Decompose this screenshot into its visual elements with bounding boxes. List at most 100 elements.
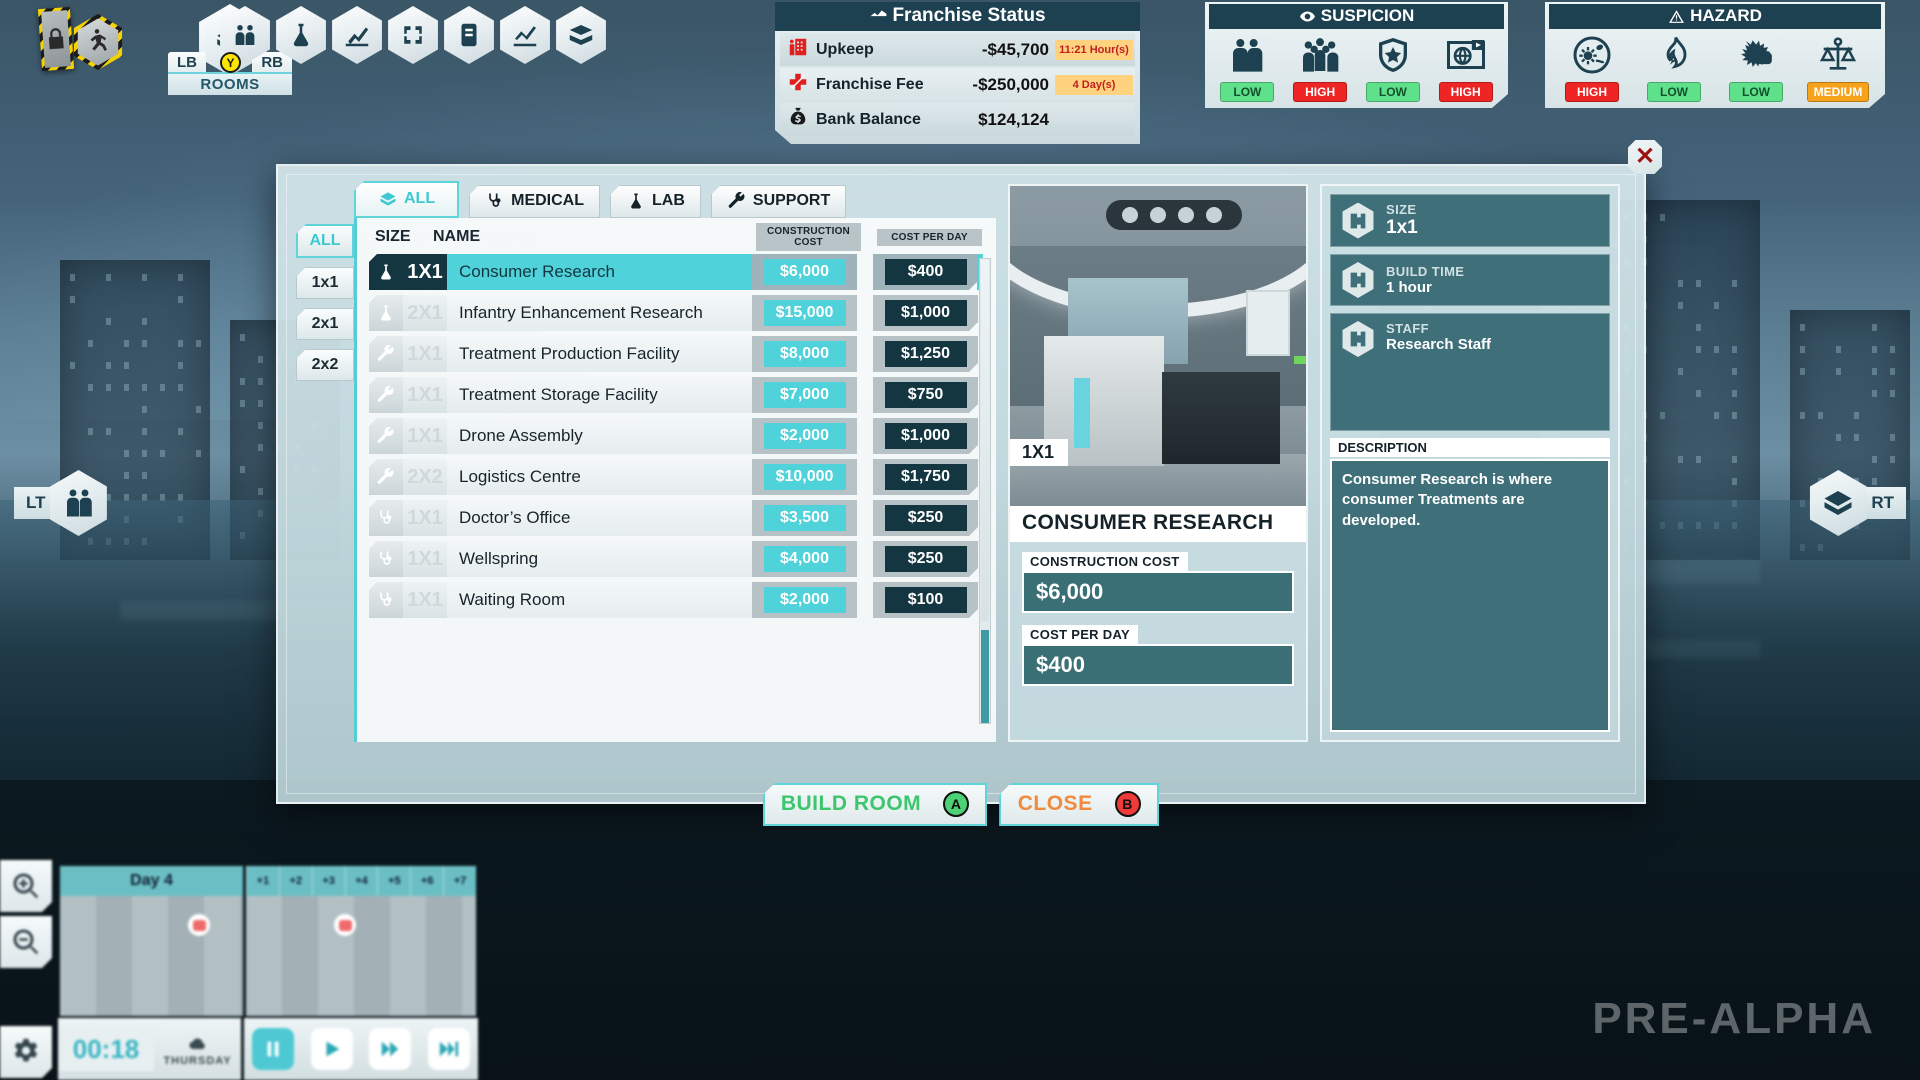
row-cost-per-day-cell: $1,250 — [873, 336, 978, 372]
close-icon[interactable]: ✕ — [1628, 140, 1662, 174]
toolbar-hex-treatment[interactable] — [440, 6, 498, 64]
row-size: 1X1 — [403, 336, 447, 372]
timeline-grid[interactable]: Day 4 +1 +2 +3 +4 +5 +6 +7 — [58, 864, 478, 1016]
franchise-status-title: Franchise Status — [775, 2, 1140, 31]
puzzle-icon — [1347, 210, 1369, 232]
timeline-event-pin[interactable] — [334, 914, 356, 936]
tab-all[interactable]: ALL — [354, 181, 459, 218]
pause-button[interactable] — [252, 1028, 294, 1070]
list-scrollbar[interactable] — [979, 258, 991, 724]
y-button-hint[interactable]: Y — [220, 52, 241, 73]
size-filter-2x2[interactable]: 2x2 — [296, 349, 354, 381]
table-row[interactable]: 1X1Treatment Production Facility$8,000$1… — [369, 336, 978, 372]
timeline-day-plus-7[interactable]: +7 — [443, 866, 476, 896]
tab-medical[interactable]: MEDICAL — [469, 185, 600, 218]
timeline-day-plus-6[interactable]: +6 — [410, 866, 443, 896]
row-cost-per-day: $250 — [885, 505, 967, 531]
table-row[interactable]: 1X1Treatment Storage Facility$7,000$750 — [369, 377, 978, 413]
franchise-title-text: Franchise Status — [892, 5, 1045, 26]
rooms-label: ROOMS — [168, 72, 292, 95]
size-filter-1x1[interactable]: 1x1 — [296, 267, 354, 299]
franchise-row-bank: Bank Balance $124,124 — [780, 103, 1135, 136]
table-row[interactable]: 1X1Consumer Research$6,000$400 — [369, 254, 978, 290]
hazard-item-fire[interactable]: LOW — [1640, 35, 1708, 102]
toolbar-hex-stats[interactable] — [496, 6, 554, 64]
wrench-icon — [369, 459, 403, 495]
fastest-forward-button[interactable] — [428, 1028, 470, 1070]
row-construction-cost-cell: $8,000 — [752, 336, 857, 372]
fast-forward-icon — [379, 1038, 401, 1060]
toolbar-hex-finance[interactable] — [552, 6, 610, 64]
suspicion-item-public[interactable]: HIGH — [1286, 35, 1354, 102]
wrench-icon — [369, 336, 403, 372]
timeline-day-plus-2[interactable]: +2 — [279, 866, 312, 896]
contamination-icon — [1570, 35, 1614, 75]
row-size: 1X1 — [403, 254, 447, 290]
hazard-item-legal[interactable]: MEDIUM — [1804, 35, 1872, 102]
tab-support[interactable]: SUPPORT — [711, 185, 846, 218]
timeline-day-plus-3[interactable]: +3 — [312, 866, 345, 896]
fire-icon — [1652, 35, 1696, 75]
left-trigger-button[interactable]: LT — [14, 470, 112, 536]
wrench-icon — [727, 191, 747, 211]
suspicion-item-media[interactable]: HIGH — [1432, 35, 1500, 102]
tab-lab-label: LAB — [652, 192, 685, 210]
investors-icon — [1225, 35, 1269, 75]
toolbar-hex-marketing[interactable] — [328, 6, 386, 64]
room-list-column: ALL MEDICAL LAB SUPPORT ALL 1x — [296, 184, 996, 742]
timeline-day-plus-1[interactable]: +1 — [246, 866, 279, 896]
a-button-icon: A — [943, 791, 969, 817]
zoom-out-button[interactable] — [0, 916, 52, 968]
timeline-current-day: Day 4 — [60, 866, 246, 1014]
category-tabs: ALL MEDICAL LAB SUPPORT — [354, 184, 996, 218]
bank-balance-value: $124,124 — [935, 110, 1055, 130]
hazard-badge-violence: LOW — [1729, 82, 1783, 102]
table-row[interactable]: 2X1Infantry Enhancement Research$15,000$… — [369, 295, 978, 331]
table-row[interactable]: 1X1Doctor’s Office$3,500$250 — [369, 500, 978, 536]
upkeep-label: Upkeep — [816, 41, 935, 59]
hazard-item-contamination[interactable]: HIGH — [1558, 35, 1626, 102]
table-row[interactable]: 1X1Drone Assembly$2,000$1,000 — [369, 418, 978, 454]
lock-icon — [42, 25, 70, 53]
timeline-day-plus-5[interactable]: +5 — [377, 866, 410, 896]
table-row[interactable]: 1X1Waiting Room$2,000$100 — [369, 582, 978, 618]
row-construction-cost: $2,000 — [764, 423, 846, 449]
info-staff-value: Research Staff — [1386, 336, 1491, 353]
suspicion-item-police[interactable]: LOW — [1359, 35, 1427, 102]
toolbar-hex-research[interactable] — [384, 6, 442, 64]
size-filter-2x1[interactable]: 2x1 — [296, 308, 354, 340]
size-hex-icon — [1340, 203, 1376, 239]
hazard-button[interactable] — [70, 14, 126, 70]
table-row[interactable]: 1X1Wellspring$4,000$250 — [369, 541, 978, 577]
play-button[interactable] — [311, 1028, 353, 1070]
close-button[interactable]: CLOSE B — [999, 783, 1159, 826]
size-filter-all[interactable]: ALL — [296, 224, 354, 258]
lock-button[interactable] — [38, 7, 74, 71]
zoom-in-button[interactable] — [0, 860, 52, 912]
rt-hex[interactable] — [1805, 470, 1871, 536]
row-size: 1X1 — [403, 500, 447, 536]
franchise-row-fee: Franchise Fee -$250,000 4 Day(s) — [780, 68, 1135, 101]
table-row[interactable]: 2X2Logistics Centre$10,000$1,750 — [369, 459, 978, 495]
franchise-status-panel: Franchise Status Upkeep -$45,700 11:21 H… — [775, 2, 1140, 144]
suspicion-badge-public: HIGH — [1293, 82, 1347, 102]
tab-lab[interactable]: LAB — [610, 185, 701, 218]
timeline-day-plus-4[interactable]: +4 — [345, 866, 378, 896]
fast-forward-button[interactable] — [369, 1028, 411, 1070]
staff-hex-icon — [1340, 321, 1376, 357]
hazard-badge-legal: MEDIUM — [1807, 82, 1870, 102]
lt-hex[interactable] — [46, 470, 112, 536]
info-build-time-label: BUILD TIME — [1386, 264, 1464, 279]
build-room-button[interactable]: BUILD ROOM A — [763, 783, 987, 826]
slip-hazard-icon — [83, 27, 113, 57]
scrollbar-thumb[interactable] — [981, 259, 989, 621]
row-cost-per-day-cell: $1,000 — [873, 295, 978, 331]
info-size-row: SIZE 1x1 — [1330, 194, 1610, 247]
timeline-event-pin[interactable] — [188, 914, 210, 936]
franchise-fee-label: Franchise Fee — [816, 76, 935, 94]
hazard-item-violence[interactable]: LOW — [1722, 35, 1790, 102]
scrollbar-track-bottom[interactable] — [981, 630, 989, 723]
right-trigger-button[interactable]: RT — [1805, 470, 1906, 536]
suspicion-item-investors[interactable]: LOW — [1213, 35, 1281, 102]
settings-button[interactable] — [0, 1026, 52, 1078]
